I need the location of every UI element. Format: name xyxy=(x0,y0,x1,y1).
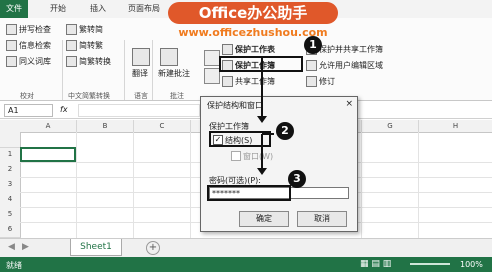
callout-2: 2 xyxy=(276,122,294,140)
annotation-arrows xyxy=(257,56,274,175)
arrow-head xyxy=(257,168,267,175)
arrow-head xyxy=(257,116,267,123)
callout-3: 3 xyxy=(288,170,306,188)
